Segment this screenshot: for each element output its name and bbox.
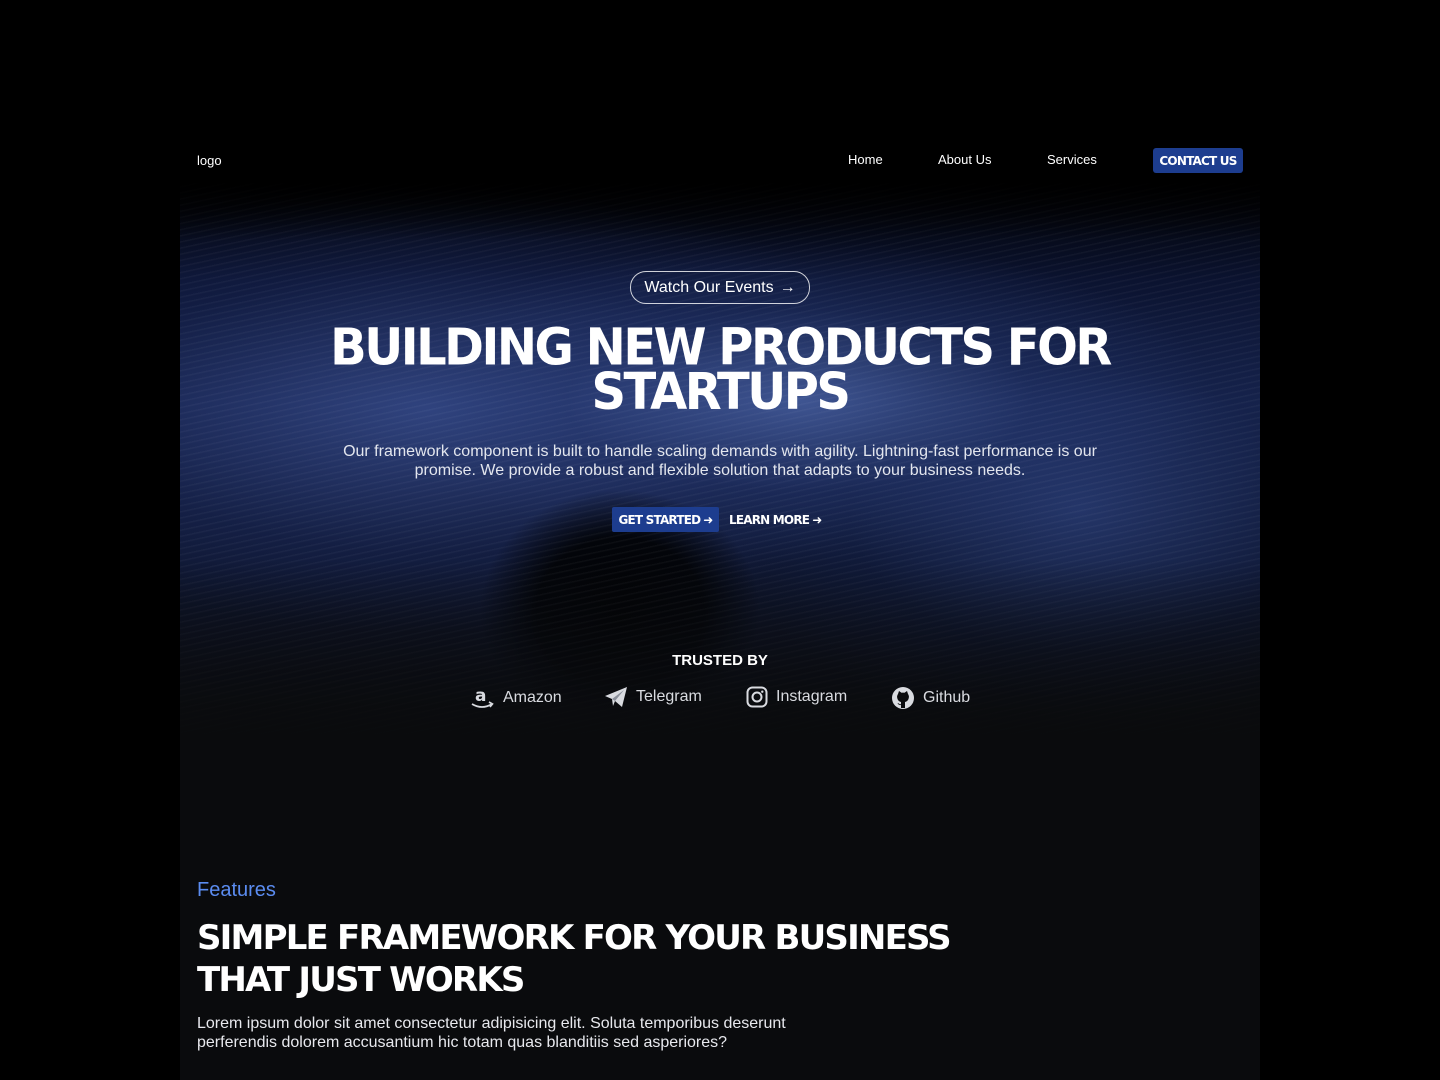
features-title: SIMPLE FRAMEWORK FOR YOUR BUSINESS THAT … [197,917,957,1001]
features-description: Lorem ipsum dolor sit amet consectetur a… [197,1015,786,1051]
hero-bottom-fade [180,560,1260,740]
brand-github[interactable]: Github [891,686,970,710]
brand-instagram[interactable]: Instagram [746,686,847,708]
page: logo Home About Us Services CONTACT US W… [180,0,1260,1080]
get-started-label: GET STARTED [618,512,701,527]
svg-text:a: a [475,686,486,706]
arrow-right-icon: → [779,278,796,296]
watch-events-button[interactable]: Watch Our Events → [630,271,810,304]
nav-link-services[interactable]: Services [1047,152,1097,167]
brand-amazon[interactable]: a Amazon [470,686,562,710]
contact-us-button[interactable]: CONTACT US [1153,148,1243,173]
features-label: Features [197,879,276,901]
telegram-icon [604,686,628,708]
learn-more-button[interactable]: LEARN MORE ➜ [729,507,822,532]
amazon-icon: a [470,686,495,710]
features-title-line-1: SIMPLE FRAMEWORK FOR YOUR BUSINESS [197,918,952,958]
hero-top-fade [180,180,1260,240]
brand-instagram-label: Instagram [776,688,848,705]
brand-amazon-label: Amazon [503,689,562,706]
logo[interactable]: logo [197,153,222,168]
nav-link-about-us[interactable]: About Us [938,152,991,167]
brand-telegram[interactable]: Telegram [604,686,702,708]
get-started-button[interactable]: GET STARTED ➜ [612,507,719,532]
hero-description: Our framework component is built to hand… [343,443,1097,479]
trusted-by-heading: TRUSTED BY [672,652,768,669]
github-icon [891,686,915,710]
brand-telegram-label: Telegram [636,688,702,705]
nav-link-home[interactable]: Home [848,152,883,167]
watch-events-label: Watch Our Events [644,278,774,296]
arrow-right-icon: ➜ [703,512,713,527]
instagram-icon [746,686,768,708]
brand-github-label: Github [923,689,971,706]
hero-title: BUILDING NEW PRODUCTS FOR STARTUPS [320,323,1120,417]
learn-more-label: LEARN MORE [729,512,810,527]
arrow-right-icon: ➜ [812,512,822,527]
features-title-line-2: THAT JUST WORKS [197,960,525,1000]
top-band [180,0,1260,190]
